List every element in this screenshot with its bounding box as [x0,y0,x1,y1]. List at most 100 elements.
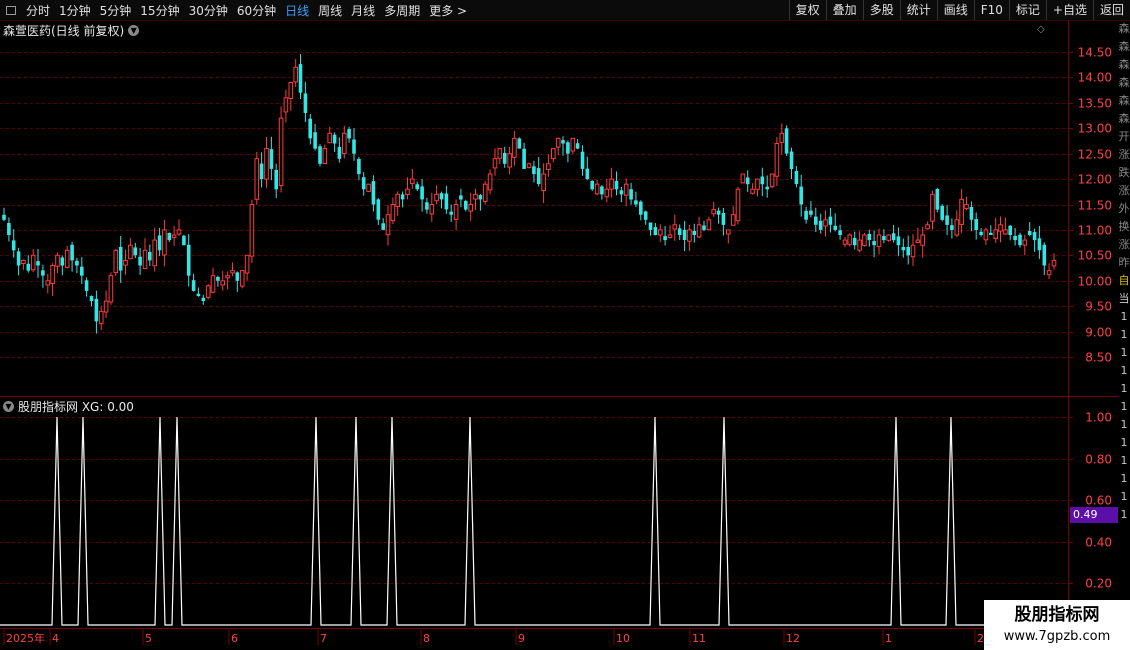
candle-body [1032,232,1037,241]
candle-body [502,152,507,164]
candle-body [935,189,940,210]
candle-body [1046,270,1052,276]
watermark-url: www.7gpzb.com [1003,629,1111,644]
candle-body [337,146,342,159]
candle-body [342,132,347,155]
candle-body [940,205,944,220]
candle-body [444,193,449,210]
candle-body [1003,229,1008,235]
candle-body [26,263,31,271]
quote-edge-char: 1 [1120,490,1128,503]
candle-body [410,178,415,185]
candle-body [176,229,182,235]
candle-body [259,163,264,180]
kline-chart[interactable]: 14.5014.0013.5013.0012.5012.0011.5011.00… [0,0,1130,650]
candle-body [64,249,70,268]
candle-body [434,193,439,202]
quote-edge-char: 1 [1120,436,1128,449]
quote-edge-char: 涨 [1118,148,1130,161]
candle-body [687,229,692,242]
candle-body [614,180,619,190]
candle-body [950,225,954,230]
chevron-down-icon[interactable]: ▼ [128,25,140,36]
candle-body [201,297,206,301]
diamond-icon[interactable]: ◇ [1037,24,1045,35]
quote-edge-char: 自 [1118,274,1130,287]
price-label: 9.00 [1085,326,1112,340]
candle-body [517,138,522,149]
price-label: 12.50 [1078,148,1112,162]
quote-edge-char: 当 [1118,292,1130,305]
candle-body [366,183,371,192]
candle-body [191,280,196,291]
candle-body [823,219,828,227]
quote-panel-edge: 森森森森森森开涨跌涨外换涨昨自当111111111111 [1118,20,1130,650]
candle-body [244,254,250,274]
candle-body [278,117,284,187]
candle-body [585,168,590,180]
watermark: 股朋指标网 www.7gpzb.com [984,600,1130,650]
candle-body [487,173,493,191]
quote-edge-char: 跌 [1118,166,1130,179]
quote-edge-char: 1 [1120,508,1128,521]
candle-body [381,223,385,230]
candle-body [395,193,400,207]
candle-body [235,272,240,281]
candle-body [497,148,503,159]
candle-body [80,266,84,276]
candle-body [920,234,926,246]
time-label: 8 [423,632,430,645]
time-label: 9 [518,632,525,645]
quote-edge-char: 森 [1118,112,1130,125]
price-label: 12.00 [1078,173,1112,187]
candle-body [915,239,921,244]
candle-body [264,148,269,180]
candle-body [799,186,803,205]
candle-body [123,259,128,266]
candle-body [429,204,435,215]
time-label: 5 [145,632,152,645]
candle-body [1051,259,1057,267]
candle-body [867,233,872,241]
candle-body [857,239,862,251]
time-label: 11 [692,632,706,645]
candle-body [629,189,633,200]
candle-body [891,233,896,241]
candle-body [171,234,177,238]
candle-body [453,204,459,220]
candle-body [492,158,498,169]
candle-body [930,193,935,222]
candle-body [41,270,45,276]
candle-body [400,194,405,200]
candle-body [998,224,1003,232]
candle-body [804,210,808,220]
candle-body [696,224,702,238]
price-label: 9.50 [1085,300,1112,314]
candle-body [954,219,960,236]
candle-body [594,183,600,195]
quote-edge-char: 森 [1118,76,1130,89]
watermark-title: 股朋指标网 [1014,605,1100,625]
candle-body [604,188,610,198]
candle-body [482,183,488,202]
candle-body [769,173,775,188]
candle-body [293,66,298,83]
candle-body [623,183,629,196]
time-label: 1 [885,632,892,645]
candle-body [784,128,789,154]
chevron-down-icon[interactable]: ▼ [3,401,14,412]
candle-body [730,214,736,226]
candle-body [842,239,848,245]
candle-body [862,234,867,246]
candle-body [896,236,901,246]
candle-body [89,296,94,302]
candle-body [735,188,741,222]
candle-body [415,184,419,190]
candle-body [546,163,551,171]
candle-body [30,254,36,271]
current-value-badge: 0.49 [1070,507,1118,523]
indicator-label: 0.60 [1085,494,1112,508]
candle-body [210,275,216,293]
candle-body [7,223,11,235]
candle-body [11,240,16,251]
